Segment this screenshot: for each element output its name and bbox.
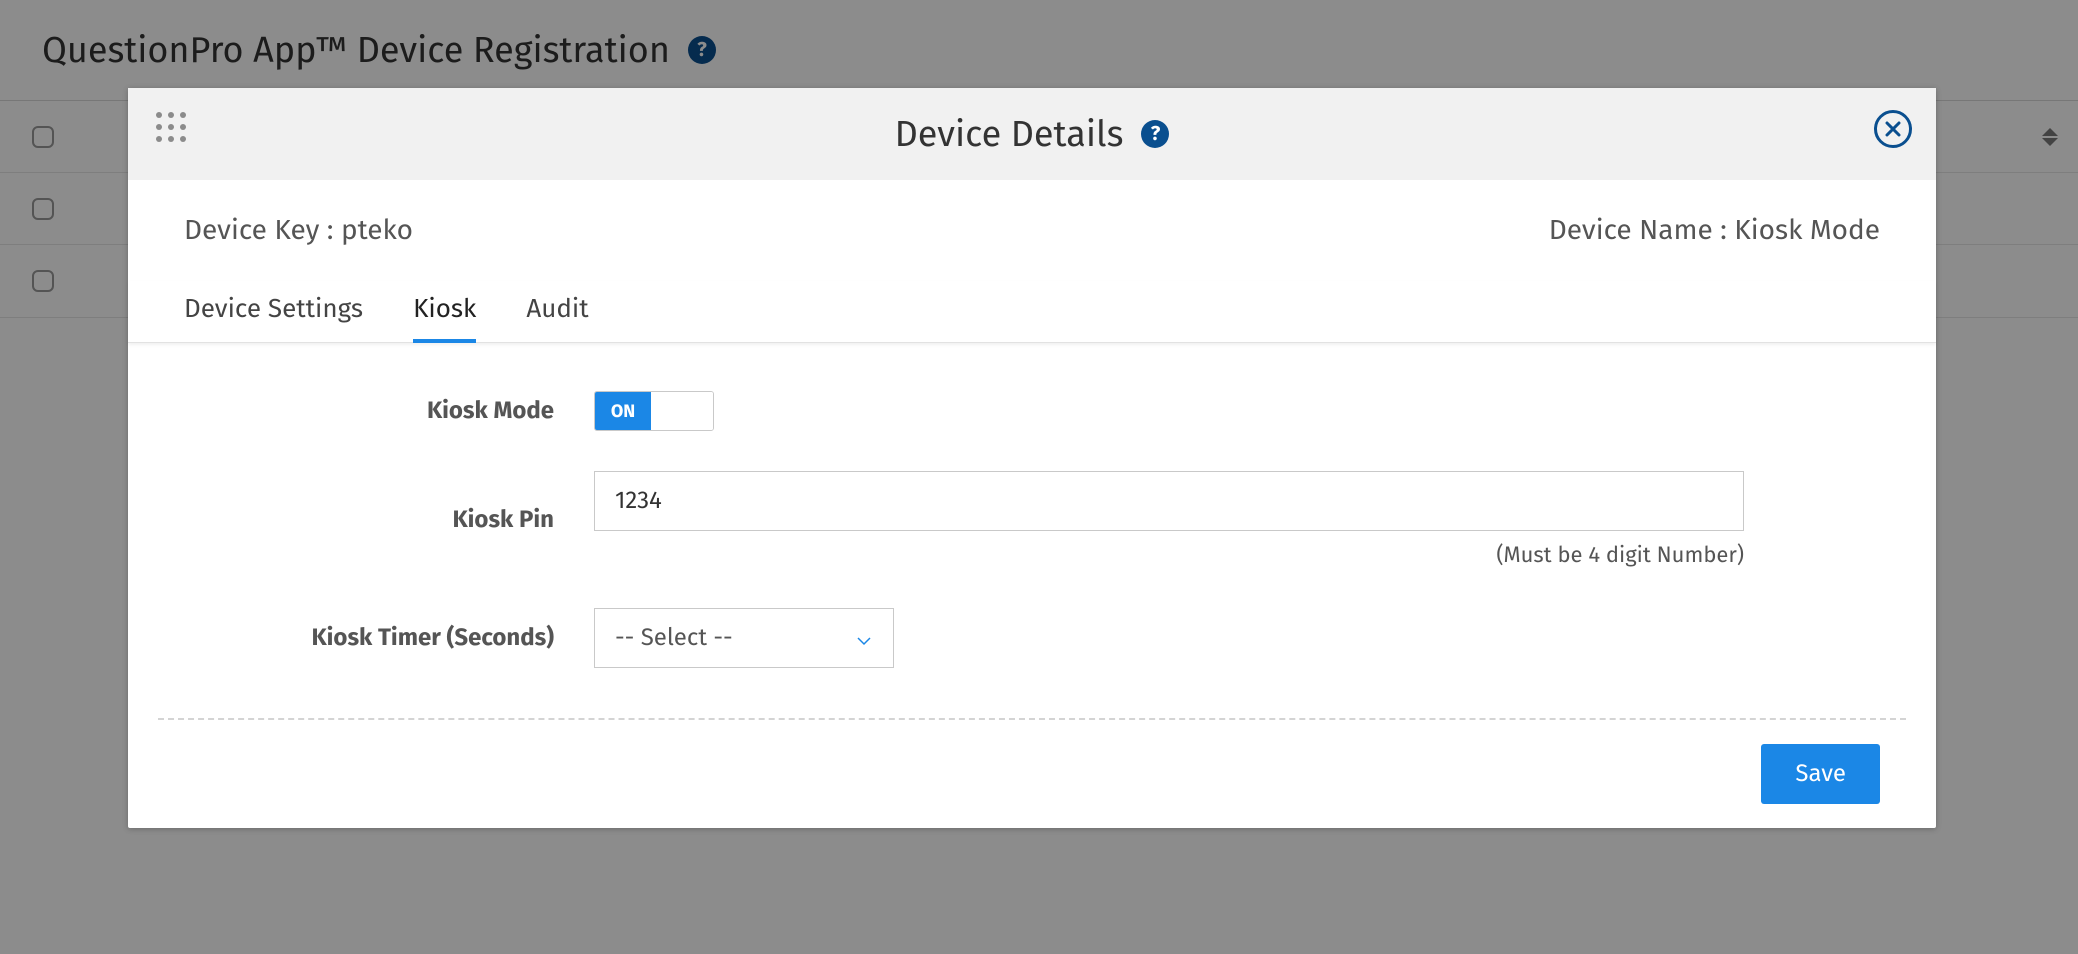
modal-title: Device Details [895, 112, 1124, 156]
device-info-row: Device Key : pteko Device Name : Kiosk M… [128, 180, 1936, 281]
toggle-off-space [651, 392, 713, 430]
kiosk-timer-value: -- Select -- [615, 624, 733, 652]
save-button[interactable]: Save [1761, 744, 1880, 804]
device-details-modal: Device Details ? Device Key : pteko Devi… [128, 88, 1936, 828]
tab-device-settings[interactable]: Device Settings [184, 281, 363, 342]
kiosk-timer-control: -- Select -- [594, 608, 1880, 668]
modal-tabs: Device Settings Kiosk Audit [128, 281, 1936, 343]
device-key: Device Key : pteko [184, 214, 413, 247]
device-name-value: Kiosk Mode [1734, 214, 1880, 247]
kiosk-timer-row: Kiosk Timer (Seconds) -- Select -- [184, 608, 1880, 668]
device-name-label: Device Name : [1549, 214, 1735, 247]
kiosk-mode-toggle[interactable]: ON [594, 391, 714, 431]
toggle-on-label: ON [595, 392, 651, 430]
modal-header: Device Details ? [128, 88, 1936, 180]
close-button[interactable] [1874, 110, 1912, 148]
tab-audit[interactable]: Audit [526, 281, 588, 342]
kiosk-timer-select[interactable]: -- Select -- [594, 608, 894, 668]
tab-kiosk[interactable]: Kiosk [413, 281, 476, 342]
drag-handle-icon[interactable] [156, 112, 186, 142]
kiosk-form: Kiosk Mode ON Kiosk Pin (Must be 4 digit… [128, 343, 1936, 718]
kiosk-mode-label: Kiosk Mode [184, 397, 594, 425]
kiosk-pin-label: Kiosk Pin [184, 506, 594, 534]
help-icon[interactable]: ? [1141, 120, 1169, 148]
modal-title-wrap: Device Details ? [895, 112, 1170, 156]
kiosk-pin-row: Kiosk Pin (Must be 4 digit Number) [184, 471, 1880, 568]
chevron-down-icon [855, 629, 873, 647]
kiosk-timer-label: Kiosk Timer (Seconds) [184, 624, 594, 652]
device-name: Device Name : Kiosk Mode [1549, 214, 1880, 247]
kiosk-mode-control: ON [594, 391, 1880, 431]
device-key-label: Device Key : [184, 214, 341, 247]
close-icon [1884, 120, 1902, 138]
kiosk-pin-input[interactable] [594, 471, 1744, 531]
kiosk-mode-row: Kiosk Mode ON [184, 391, 1880, 431]
kiosk-pin-hint: (Must be 4 digit Number) [594, 541, 1744, 568]
kiosk-pin-control: (Must be 4 digit Number) [594, 471, 1880, 568]
modal-footer: Save [158, 718, 1906, 828]
device-key-value: pteko [341, 214, 413, 247]
